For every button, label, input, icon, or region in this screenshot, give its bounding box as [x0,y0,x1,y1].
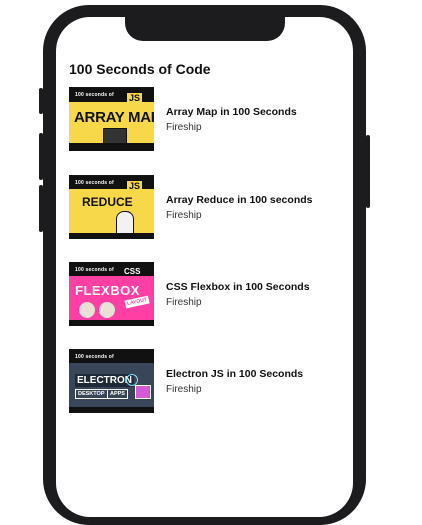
video-thumbnail[interactable]: 100 seconds of JS REDUCE [69,175,154,239]
video-title[interactable]: Array Map in 100 Seconds [166,106,297,118]
dog-graphic [99,302,115,318]
video-title[interactable]: CSS Flexbox in 100 Seconds [166,281,310,293]
thumbnail-tag: 100 seconds of [75,92,114,98]
video-title[interactable]: Electron JS in 100 Seconds [166,368,303,380]
thumbnail-footer-bar [69,233,154,239]
thumbnail-footer-bar [69,143,154,151]
channel-name: Fireship [166,210,202,221]
volume-down-button [39,185,43,232]
thumbnail-tag: 100 seconds of [75,180,114,186]
video-item-array-map[interactable]: 100 seconds of JS ARRAY MAP Array Map in… [69,87,339,151]
character-graphic [116,211,134,235]
channel-name: Fireship [166,384,202,395]
thumbnail-headline: ARRAY MAP [74,109,154,126]
phone-screen: 100 Seconds of Code 100 seconds of JS AR… [56,17,353,517]
thumbnail-headline: FLEXBOX [75,283,140,298]
video-thumbnail[interactable]: 100 seconds of CSS FLEXBOX LAYOUT [69,262,154,326]
dog-graphic [79,302,95,318]
video-title[interactable]: Array Reduce in 100 seconds [166,194,312,206]
video-item-css-flexbox[interactable]: 100 seconds of CSS FLEXBOX LAYOUT CSS Fl… [69,262,339,326]
channel-name: Fireship [166,297,202,308]
channel-name: Fireship [166,122,202,133]
list-title: 100 Seconds of Code [69,61,211,77]
mute-switch [39,88,43,114]
computer-graphic [135,385,151,399]
video-item-electron-js[interactable]: 100 seconds of ELECTRON DESKTOP APPS Ele… [69,349,339,413]
video-thumbnail[interactable]: 100 seconds of JS ARRAY MAP [69,87,154,151]
thumbnail-lang: JS [127,181,143,191]
video-thumbnail[interactable]: 100 seconds of ELECTRON DESKTOP APPS [69,349,154,413]
thumbnail-tag: 100 seconds of [75,267,114,273]
thumbnail-subline-left: DESKTOP [75,389,108,399]
thumbnail-lang: JS [127,93,143,103]
thumbnail-headline: REDUCE [82,195,133,209]
notch [125,17,285,41]
volume-up-button [39,133,43,180]
thumbnail-lang: CSS [124,267,141,276]
thumbnail-footer-bar [69,407,154,413]
video-item-array-reduce[interactable]: 100 seconds of JS REDUCE Array Reduce in… [69,175,339,239]
thumbnail-tag: 100 seconds of [75,354,114,360]
power-button [366,135,370,208]
thumbnail-footer-bar [69,320,154,326]
thumbnail-subline-right: APPS [107,389,128,399]
